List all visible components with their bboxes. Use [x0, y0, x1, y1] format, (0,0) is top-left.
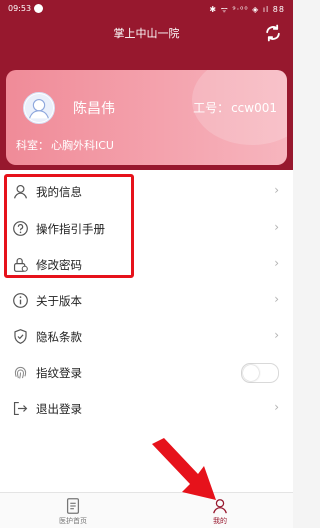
menu-item-about-version[interactable]: 关于版本 ›	[0, 281, 293, 317]
tab-home[interactable]: 医护首页	[0, 493, 146, 528]
menu-item-label: 隐私条款	[36, 330, 82, 344]
department: 科室： 心胸外科ICU	[16, 137, 114, 153]
chevron-right-icon: ›	[274, 292, 279, 306]
page-title: 掌上中山一院	[113, 27, 180, 40]
logout-icon	[13, 401, 28, 416]
user-name: 陈昌伟	[73, 101, 115, 117]
highlight-box	[4, 174, 134, 278]
menu-item-logout[interactable]: 退出登录 ›	[0, 389, 293, 425]
department-label: 科室：	[16, 139, 49, 152]
fingerprint-icon	[14, 366, 27, 379]
menu-item-label: 关于版本	[36, 294, 82, 308]
status-bar: 09:53 ✱ ᯤ ⁹·⁰⁰ ◈ ıl 88	[0, 0, 293, 18]
shield-icon	[14, 329, 27, 344]
info-icon	[13, 293, 28, 308]
menu-item-fingerprint[interactable]: 指纹登录	[0, 353, 293, 389]
chevron-right-icon: ›	[274, 220, 279, 234]
menu-item-label: 退出登录	[36, 402, 82, 416]
tab-label: 医护首页	[59, 517, 87, 525]
chevron-right-icon: ›	[274, 183, 279, 197]
menu-item-label: 指纹登录	[36, 366, 82, 380]
document-icon	[66, 498, 80, 514]
notification-dot-icon	[34, 4, 43, 13]
department-value: 心胸外科ICU	[51, 139, 114, 152]
menu-item-privacy[interactable]: 隐私条款 ›	[0, 317, 293, 353]
chevron-right-icon: ›	[274, 400, 279, 414]
refresh-icon[interactable]	[263, 23, 283, 43]
toggle-knob	[243, 365, 259, 381]
tab-label: 我的	[213, 517, 227, 525]
status-indicators: ✱ ᯤ ⁹·⁰⁰ ◈ ıl 88	[209, 5, 285, 14]
fingerprint-toggle[interactable]	[241, 363, 279, 383]
red-arrow-icon	[152, 438, 216, 500]
profile-card: 陈昌伟 工号： ccw001 科室： 心胸外科ICU	[6, 70, 287, 165]
app-header: 掌上中山一院	[0, 18, 293, 48]
staff-id: 工号： ccw001	[193, 99, 277, 116]
avatar	[23, 92, 55, 124]
staff-id-value: ccw001	[231, 101, 277, 115]
staff-id-label: 工号：	[193, 101, 230, 115]
chevron-right-icon: ›	[274, 328, 279, 342]
chevron-right-icon: ›	[274, 256, 279, 270]
status-time: 09:53	[8, 4, 32, 13]
